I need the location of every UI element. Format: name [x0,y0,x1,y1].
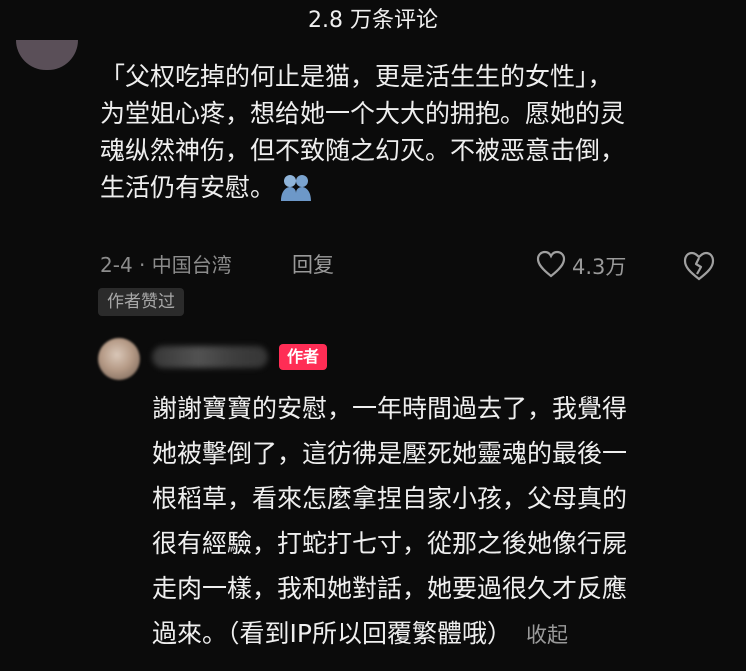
comment-text: 「父权吃掉的何止是猫，更是活生生的女性」， 为堂姐心疼，想给她一个大大的拥抱。愿… [100,58,730,212]
commenter-avatar[interactable] [16,40,78,70]
reply-username-blurred[interactable] [152,346,268,368]
reply-line: 過來。（看到IP所以回覆繁體哦） [152,619,512,648]
reply-line: 根稻草，看來怎麼拿捏自家小孩，父母真的 [152,484,628,513]
author-tag: 作者 [279,344,328,370]
reply-line: 很有經驗，打蛇打七寸，從那之後她像行屍 [152,529,628,558]
comments-screen: 2.8 万条评论 「父权吃掉的何止是猫，更是活生生的女性」， 为堂姐心疼，想给她… [0,0,746,671]
heart-icon [536,250,566,283]
reply-line: 她被擊倒了，這彷彿是壓死她靈魂的最後一 [152,439,628,468]
reply-button[interactable]: 回复 [292,249,334,281]
reply-line: 謝謝寶寶的安慰，一年時間過去了，我覺得 [152,394,628,423]
reply-avatar[interactable] [98,338,140,380]
reply-line: 走肉一樣，我和她對話，她要過很久才反應 [152,574,628,603]
comment-line: 为堂姐心疼，想给她一个大大的拥抱。愿她的灵 [100,99,626,128]
reply-text: 謝謝寶寶的安慰，一年時間過去了，我覺得 她被擊倒了，這彷彿是壓死她靈魂的最後一 … [152,386,732,658]
comment-line: 「父权吃掉的何止是猫，更是活生生的女性」， [100,62,613,91]
comment-line: 生活仍有安慰。 [100,173,276,202]
comment-date-location: 2-4 · 中国台湾 [100,253,232,277]
like-button[interactable]: 4.3万 [536,249,626,283]
author-liked-badge: 作者赞过 [98,288,184,316]
people-hug-icon [279,172,313,212]
comment-meta: 2-4 · 中国台湾 [100,249,232,281]
like-count: 4.3万 [572,255,627,279]
collapse-button[interactable]: 收起 [526,623,568,647]
reply-line-last: 過來。（看到IP所以回覆繁體哦） 收起 [152,611,732,658]
broken-heart-icon[interactable] [682,250,716,282]
comment-line: 魂纵然神伤，但不致随之幻灭。不被恶意击倒， [100,136,626,165]
comment-line-last: 生活仍有安慰。 [100,169,730,212]
comments-count-title: 2.8 万条评论 [308,8,438,33]
